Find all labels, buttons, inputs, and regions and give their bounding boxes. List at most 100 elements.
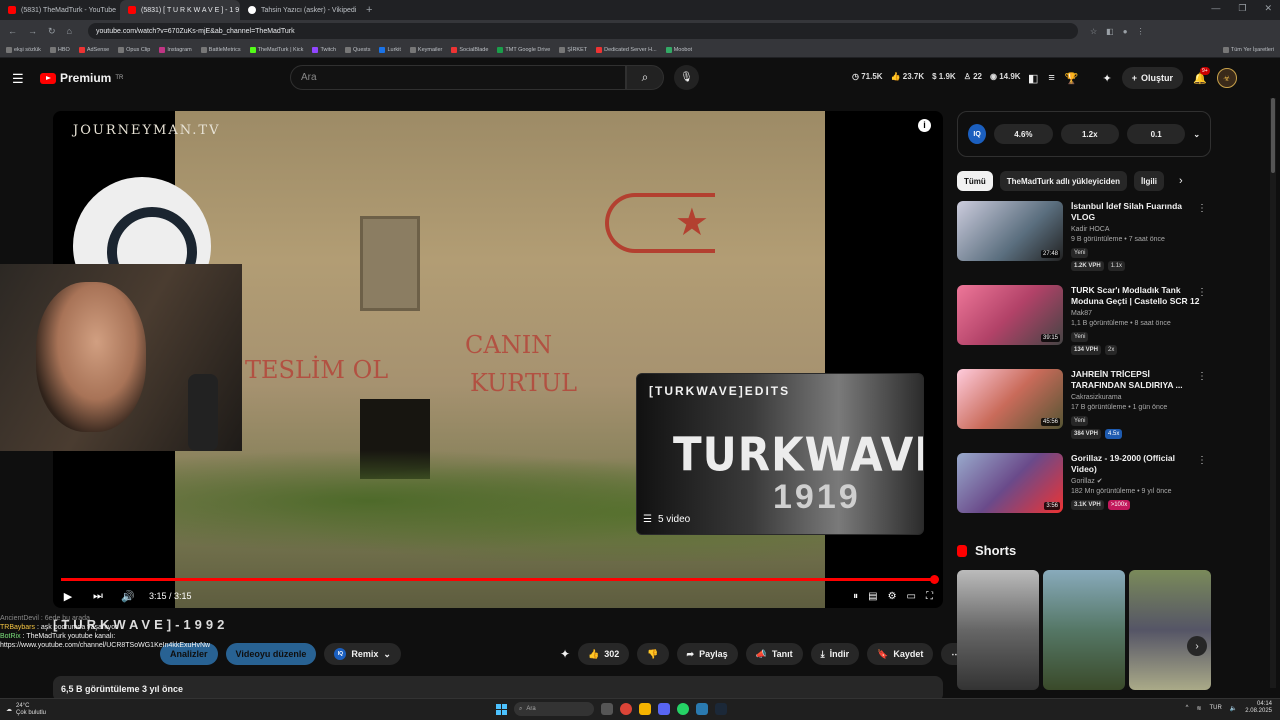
- browser-tab-active[interactable]: (5831) [ T U R K W A V E ] - 1 9✕: [120, 0, 240, 20]
- theater-mode-icon[interactable]: ▭: [907, 591, 916, 602]
- chip-from-uploader[interactable]: TheMadTurk adlı yükleyiciden: [999, 171, 1127, 191]
- short-thumbnail[interactable]: [1043, 570, 1125, 690]
- volume-icon[interactable]: 🔊: [113, 590, 143, 603]
- home-icon[interactable]: ⌂: [67, 26, 72, 37]
- wifi-icon[interactable]: ≋: [1196, 705, 1201, 712]
- language-indicator[interactable]: TUR: [1209, 705, 1221, 711]
- promote-button[interactable]: 📣 Tanıt: [745, 643, 803, 665]
- progress-bar[interactable]: [61, 575, 939, 584]
- more-vert-icon[interactable]: ⋮: [1197, 371, 1207, 382]
- bookmark-item[interactable]: Instagram: [159, 46, 192, 53]
- maximize-button[interactable]: ❐: [1238, 3, 1246, 14]
- chevron-down-icon[interactable]: ⌄: [1193, 130, 1200, 139]
- list-icon[interactable]: ≡: [1048, 72, 1054, 84]
- download-button[interactable]: ⤓ İndir: [810, 643, 860, 665]
- youtube-premium-logo[interactable]: Premium TR: [40, 71, 123, 85]
- browser-tab[interactable]: (5831) TheMadTurk - YouTube✕: [0, 0, 120, 20]
- short-thumbnail[interactable]: [1129, 570, 1211, 690]
- share-button[interactable]: ➦ Paylaş: [676, 643, 738, 665]
- profile-icon[interactable]: ●: [1123, 27, 1128, 36]
- recommendation-item[interactable]: 27:48 İstanbul İdef Silah Fuarında VLOG K…: [957, 201, 1211, 275]
- video-thumbnail[interactable]: 45:56: [957, 369, 1063, 429]
- recommendation-title[interactable]: TURK Scar'ı Modladık Tank Moduna Geçti |…: [1071, 285, 1201, 307]
- bookmark-item[interactable]: Keymailer: [409, 46, 442, 53]
- more-vert-icon[interactable]: ⋮: [1197, 455, 1207, 466]
- settings-gear-icon[interactable]: ⚙: [888, 591, 897, 602]
- shorts-next-button[interactable]: ›: [1187, 636, 1207, 656]
- weather-widget[interactable]: ☁ 24°C Çok bulutlu: [6, 703, 46, 717]
- search-button[interactable]: ⌕: [626, 65, 664, 90]
- app-icon[interactable]: [696, 703, 708, 715]
- bookmark-item[interactable]: BattleMetrics: [200, 46, 241, 53]
- taskbar-search[interactable]: ⌕ Ara: [514, 702, 594, 716]
- menu-icon[interactable]: ⋮: [1137, 27, 1145, 36]
- fullscreen-icon[interactable]: ⛶: [926, 591, 933, 602]
- recommendation-item[interactable]: 39:15 TURK Scar'ı Modladık Tank Moduna G…: [957, 285, 1211, 359]
- more-vert-icon[interactable]: ⋮: [1197, 287, 1207, 298]
- bookmark-item[interactable]: TheMadTurk | Kick: [249, 46, 303, 53]
- chrome-icon[interactable]: [620, 703, 632, 715]
- all-bookmarks-folder[interactable]: Tüm Yer İşaretleri: [1222, 46, 1274, 53]
- dislike-button[interactable]: 👎: [637, 643, 669, 665]
- create-button[interactable]: + Oluştur: [1121, 67, 1184, 89]
- video-thumbnail[interactable]: 27:48: [957, 201, 1063, 261]
- tray-chevron-icon[interactable]: ^: [1186, 705, 1189, 711]
- channel-name[interactable]: Kadir HOCA: [1071, 225, 1201, 235]
- subtitles-icon[interactable]: ▤: [868, 591, 877, 602]
- speaker-icon[interactable]: 🔈: [1230, 705, 1237, 712]
- play-button[interactable]: ▶: [53, 590, 83, 603]
- sparkle-icon[interactable]: ✦: [560, 647, 570, 661]
- info-icon[interactable]: i: [918, 119, 931, 132]
- avatar[interactable]: ☣: [1216, 68, 1237, 88]
- channel-name[interactable]: Mak87: [1071, 309, 1201, 319]
- search-input[interactable]: Ara: [290, 65, 626, 90]
- recommendation-title[interactable]: İstanbul İdef Silah Fuarında VLOG: [1071, 201, 1201, 223]
- notifications-button[interactable]: 🔔 9+: [1193, 66, 1210, 85]
- chip-all[interactable]: Tümü: [957, 171, 993, 191]
- task-view-icon[interactable]: [601, 703, 613, 715]
- star-icon[interactable]: ☆: [1090, 27, 1097, 36]
- extension-icon[interactable]: ◧: [1028, 72, 1038, 85]
- minimize-button[interactable]: —: [1211, 3, 1220, 14]
- steam-icon[interactable]: [715, 703, 727, 715]
- whatsapp-icon[interactable]: [677, 703, 689, 715]
- save-button[interactable]: 🔖 Kaydet: [867, 643, 934, 665]
- bookmark-item[interactable]: Twitch: [312, 46, 336, 53]
- forward-icon[interactable]: →: [28, 26, 37, 37]
- recommendation-title[interactable]: JAHREİN TRİCEPSİ TARAFINDAN SALDIRIYA ..…: [1071, 369, 1201, 391]
- recommendation-title[interactable]: Gorillaz - 19-2000 (Official Video): [1071, 453, 1201, 475]
- bookmark-item[interactable]: ekşi sözlük: [6, 46, 41, 53]
- sparkle-icon[interactable]: ✦: [1103, 72, 1112, 85]
- bookmark-item[interactable]: AdSense: [78, 46, 109, 53]
- short-thumbnail[interactable]: [957, 570, 1039, 690]
- like-button[interactable]: 👍 302: [578, 643, 630, 665]
- bookmark-item[interactable]: Lurkit: [379, 46, 401, 53]
- clock[interactable]: 04:14 2.08.2025: [1245, 701, 1272, 715]
- discord-icon[interactable]: [658, 703, 670, 715]
- channel-name[interactable]: Cakrasizkurama: [1071, 393, 1201, 403]
- windows-start-icon[interactable]: [496, 703, 507, 715]
- recommendation-item[interactable]: 3:56 Gorillaz - 19-2000 (Official Video)…: [957, 453, 1211, 527]
- bookmark-item[interactable]: ŞİRKET: [559, 46, 587, 53]
- channel-name[interactable]: Gorillaz ✔: [1071, 477, 1201, 487]
- bookmark-item[interactable]: SocialBlade: [451, 46, 488, 53]
- extension-icon[interactable]: ◧: [1106, 27, 1114, 36]
- file-explorer-icon[interactable]: [639, 703, 651, 715]
- chevron-right-icon[interactable]: ›: [1179, 175, 1183, 187]
- bookmark-item[interactable]: TMT Google Drive: [497, 46, 550, 53]
- more-vert-icon[interactable]: ⋮: [1197, 203, 1207, 214]
- bookmark-item[interactable]: Opus Clip: [118, 46, 150, 53]
- iq-icon[interactable]: IQ: [968, 124, 987, 144]
- recommendation-item[interactable]: 45:56 JAHREİN TRİCEPSİ TARAFINDAN SALDIR…: [957, 369, 1211, 443]
- chip-related[interactable]: İlgili: [1134, 171, 1164, 191]
- page-scrollbar[interactable]: [1270, 98, 1276, 688]
- voice-search-button[interactable]: 🎙: [674, 65, 699, 90]
- url-bar[interactable]: youtube.com/watch?v=670ZuKs-mjE&ab_chann…: [88, 23, 1078, 39]
- close-window-button[interactable]: ✕: [1264, 3, 1272, 14]
- bookmark-item[interactable]: Moobot: [665, 46, 692, 53]
- end-screen-playlist-card[interactable]: [TURKWAVE]EDITS TURKWAVE 1919 ☰ 5 video: [636, 373, 924, 535]
- back-icon[interactable]: ←: [8, 26, 17, 37]
- bookmark-item[interactable]: HBO: [49, 46, 70, 53]
- video-thumbnail[interactable]: 39:15: [957, 285, 1063, 345]
- bookmark-item[interactable]: Quests: [345, 46, 370, 53]
